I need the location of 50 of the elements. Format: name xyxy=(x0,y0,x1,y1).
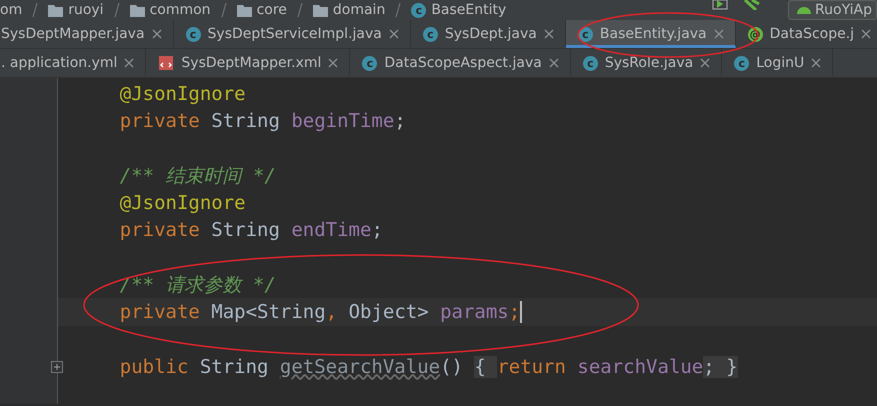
code-line: @JsonIgnore xyxy=(118,82,246,105)
close-icon[interactable] xyxy=(700,58,710,68)
close-icon[interactable] xyxy=(544,29,554,39)
editor-tab[interactable]: SysDeptMapper.java xyxy=(0,20,174,48)
breadcrumb-item[interactable]: ruoyi xyxy=(68,2,104,18)
close-icon[interactable] xyxy=(388,29,399,39)
android-icon xyxy=(797,6,812,14)
editor-tab[interactable]: . application.yml xyxy=(0,49,146,77)
separator-icon xyxy=(114,3,120,17)
code-line: /** 请求参数 */ xyxy=(118,272,276,298)
class-icon: c xyxy=(362,56,378,70)
editor-tab[interactable]: c SysDeptServiceImpl.java xyxy=(174,20,411,48)
hammer-icon[interactable] xyxy=(742,0,762,10)
xml-file-icon xyxy=(158,55,174,71)
separator-icon xyxy=(32,3,38,17)
run-icon[interactable] xyxy=(712,0,728,10)
close-icon[interactable] xyxy=(861,29,872,39)
breadcrumb-item[interactable]: common xyxy=(150,2,211,18)
breadcrumb-item[interactable]: core xyxy=(256,2,287,18)
breadcrumb-item[interactable]: domain xyxy=(332,2,386,18)
code-line: private Map<String, Object> params; xyxy=(118,301,520,324)
close-icon[interactable] xyxy=(811,58,822,68)
class-icon: c xyxy=(411,2,426,18)
close-icon[interactable] xyxy=(152,29,162,39)
close-icon[interactable] xyxy=(714,29,724,39)
separator-icon xyxy=(395,3,402,17)
close-icon[interactable] xyxy=(124,58,134,68)
code-line: private String beginTime; xyxy=(118,110,406,132)
text-cursor xyxy=(520,301,522,324)
close-icon[interactable] xyxy=(548,58,559,68)
folder-icon xyxy=(312,4,328,16)
code-line: public String getSearchValue() { return searchValue; } xyxy=(118,356,738,378)
separator-icon xyxy=(220,3,227,17)
separator-icon xyxy=(296,3,303,17)
breadcrumb-item[interactable]: BaseEntity xyxy=(431,2,506,18)
breadcrumb-item[interactable]: om xyxy=(0,2,22,18)
class-icon: c xyxy=(582,56,598,70)
code-line: private String endTime; xyxy=(118,219,383,242)
fold-icon[interactable] xyxy=(51,360,63,373)
class-icon: c xyxy=(422,26,438,42)
folder-icon xyxy=(130,4,145,16)
folder-icon xyxy=(48,4,64,16)
editor-tab[interactable]: c BaseEntity.java xyxy=(566,20,736,48)
code-line: /** 结束时间 */ xyxy=(118,164,276,189)
class-icon: c xyxy=(734,56,750,70)
folder-icon xyxy=(236,4,252,16)
close-icon[interactable] xyxy=(328,58,338,68)
class-icon: c xyxy=(186,26,201,42)
code-line: @JsonIgnore xyxy=(118,192,246,214)
run-configuration[interactable]: RuoYiAp xyxy=(788,0,877,20)
